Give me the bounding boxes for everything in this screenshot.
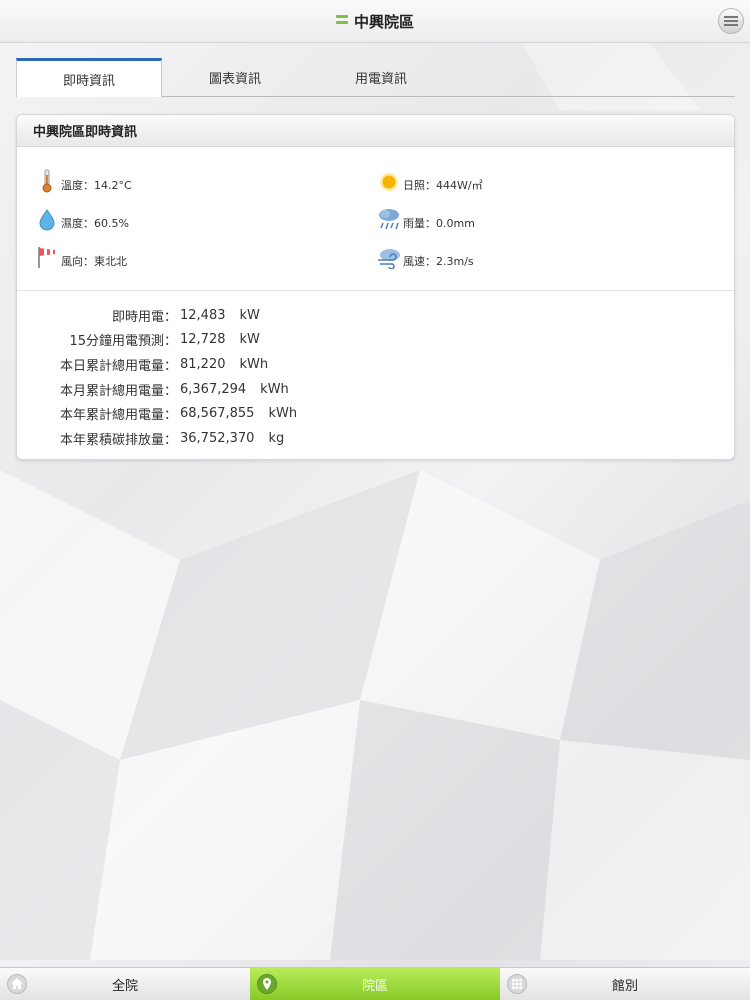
- energy-section: 即時用電： 12,483 kW 15分鐘用電預測： 12,728 kW 本日累計…: [17, 291, 734, 451]
- nav-label: 院區: [361, 978, 388, 994]
- header-title-group: 中興院區: [335, 11, 414, 32]
- rainfall-item: 雨量：0.0mm: [377, 207, 475, 231]
- energy-row: 本日累計總用電量： 81,220 kWh: [17, 352, 734, 377]
- energy-label: 本月累計總用電量：: [59, 383, 177, 399]
- energy-row: 15分鐘用電預測： 12,728 kW: [17, 328, 734, 353]
- energy-value: 12,728: [180, 332, 226, 348]
- nav-building[interactable]: 館別: [500, 968, 750, 1000]
- tab-power-info[interactable]: 用電資訊: [308, 58, 454, 96]
- thermometer-icon: [35, 169, 59, 193]
- sunshine-label: 日照：444W/㎡: [403, 179, 483, 192]
- home-icon: [6, 973, 28, 995]
- energy-row: 本月累計總用電量： 6,367,294 kWh: [17, 377, 734, 402]
- water-drop-icon: [35, 207, 59, 231]
- rainfall-label: 雨量：0.0mm: [403, 217, 475, 230]
- temperature-label: 溫度：14.2°C: [61, 179, 132, 192]
- sunshine-item: 日照：444W/㎡: [377, 169, 483, 193]
- tab-chart-info[interactable]: 圖表資訊: [162, 58, 308, 96]
- energy-unit: kg: [268, 430, 285, 446]
- energy-row: 本年累積碳排放量： 36,752,370 kg: [17, 426, 734, 451]
- panel-title: 中興院區即時資訊: [17, 115, 734, 147]
- menu-button[interactable]: [718, 8, 744, 34]
- nav-campus[interactable]: 院區: [250, 968, 500, 1000]
- energy-value: 36,752,370: [180, 430, 255, 446]
- nav-whole-hospital[interactable]: 全院: [0, 968, 250, 1000]
- energy-unit: kW: [239, 307, 260, 323]
- app-header: 中興院區: [0, 0, 750, 43]
- realtime-info-panel: 中興院區即時資訊 溫度：14.2°C 濕度：60.5% 風向：東北北 日照：44…: [16, 114, 735, 460]
- grid-icon: [506, 973, 528, 995]
- energy-unit: kWh: [239, 356, 269, 372]
- energy-unit: kWh: [260, 381, 289, 397]
- energy-label: 本年累積碳排放量：: [59, 432, 177, 448]
- energy-label: 本日累計總用電量：: [59, 358, 177, 374]
- list-icon: [335, 12, 348, 30]
- nav-label: 館別: [611, 978, 638, 994]
- sun-icon: [377, 169, 401, 193]
- energy-row: 即時用電： 12,483 kW: [17, 303, 734, 328]
- humidity-label: 濕度：60.5%: [61, 217, 129, 230]
- energy-value: 12,483: [180, 307, 226, 323]
- humidity-item: 濕度：60.5%: [35, 207, 129, 231]
- windsock-icon: [35, 245, 59, 269]
- energy-unit: kW: [239, 332, 260, 348]
- location-pin-icon: [256, 973, 278, 995]
- wind-cloud-icon: [377, 245, 401, 269]
- weather-section: 溫度：14.2°C 濕度：60.5% 風向：東北北 日照：444W/㎡ 雨量：0…: [17, 147, 734, 291]
- tab-realtime-info[interactable]: 即時資訊: [16, 58, 162, 97]
- energy-value: 81,220: [180, 356, 226, 372]
- energy-label: 本年累計總用電量：: [59, 408, 177, 424]
- energy-label: 即時用電：: [111, 309, 177, 325]
- hamburger-icon: [724, 16, 738, 26]
- bottom-nav: 全院 院區 館別: [0, 967, 750, 1000]
- wind-speed-item: 風速：2.3m/s: [377, 245, 474, 269]
- energy-unit: kWh: [268, 406, 298, 422]
- temperature-item: 溫度：14.2°C: [35, 169, 132, 193]
- energy-value: 68,567,855: [180, 406, 255, 422]
- wind-direction-item: 風向：東北北: [35, 245, 127, 269]
- wind-speed-label: 風速：2.3m/s: [403, 255, 474, 268]
- energy-label: 15分鐘用電預測：: [69, 334, 177, 350]
- nav-label: 全院: [111, 978, 138, 994]
- tab-bar: 即時資訊 圖表資訊 用電資訊: [16, 58, 735, 97]
- page-title: 中興院區: [353, 12, 414, 31]
- energy-row: 本年累計總用電量： 68,567,855 kWh: [17, 401, 734, 426]
- energy-value: 6,367,294: [180, 381, 247, 397]
- wind-direction-label: 風向：東北北: [61, 255, 127, 268]
- rain-cloud-icon: [377, 207, 401, 231]
